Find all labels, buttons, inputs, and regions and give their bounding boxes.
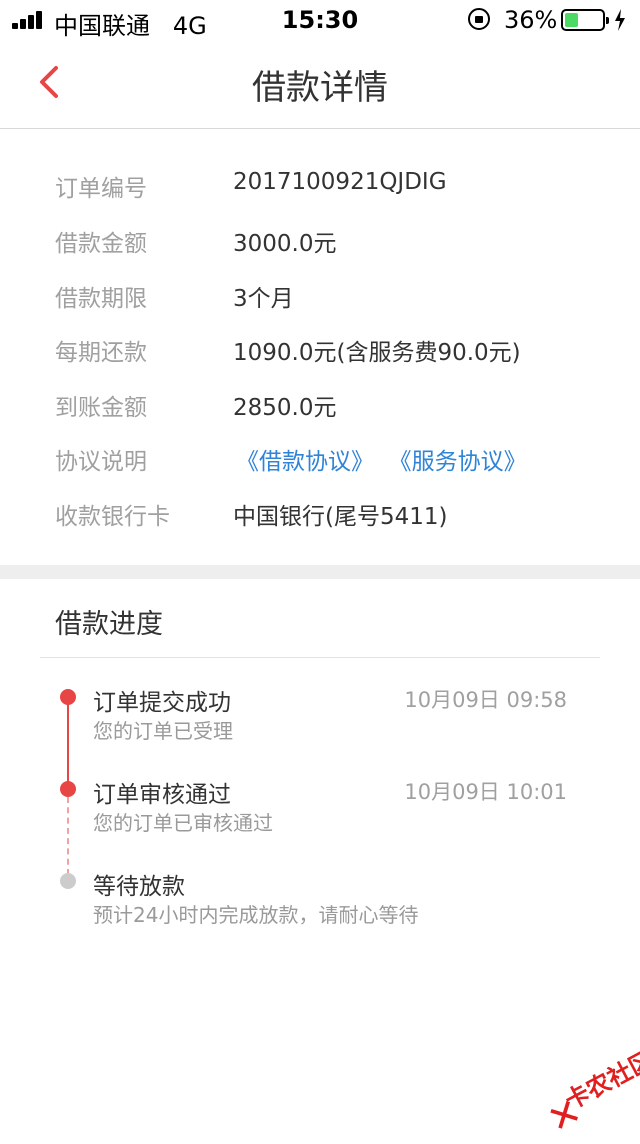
detail-label: 借款金额 [55, 231, 147, 257]
detail-value: 1090.0元(含服务费90.0元) [233, 340, 521, 366]
rotation-lock-icon [468, 8, 490, 30]
timeline-connector-pending [67, 797, 69, 875]
step-title: 订单审核通过 [93, 782, 231, 808]
watermark-logo: ✕ 卡农社区 [524, 1036, 640, 1144]
detail-value: 3000.0元 [233, 231, 337, 257]
detail-value: 2850.0元 [233, 395, 337, 421]
watermark-text: 卡农社区 [560, 1045, 640, 1116]
detail-label: 借款期限 [55, 286, 147, 312]
service-agreement-link[interactable]: 《服务协议》 [389, 449, 527, 475]
detail-row-received-amount: 到账金额 2850.0元 [0, 384, 640, 424]
step-subtitle: 您的订单已受理 [93, 719, 233, 743]
detail-value: 3个月 [233, 286, 294, 312]
step-title: 等待放款 [93, 874, 185, 900]
timeline-connector-done [67, 697, 69, 789]
progress-divider [40, 657, 600, 658]
page-title: 借款详情 [252, 68, 388, 108]
step-time: 10月09日 09:58 [404, 688, 567, 712]
detail-value: 中国银行(尾号5411) [233, 504, 448, 530]
detail-label: 协议说明 [55, 449, 147, 475]
nav-bar: 借款详情 [0, 40, 640, 129]
status-bar: 中国联通 4G 15:30 36% [0, 0, 640, 40]
loan-agreement-link[interactable]: 《借款协议》 [236, 449, 374, 475]
timeline-dot-done [60, 689, 76, 705]
battery-icon [561, 9, 609, 31]
detail-label: 每期还款 [55, 340, 147, 366]
timeline-dot-done [60, 781, 76, 797]
step-time: 10月09日 10:01 [404, 780, 567, 804]
detail-row-bank-card: 收款银行卡 中国银行(尾号5411) [0, 493, 640, 533]
detail-row-agreements: 协议说明 《借款协议》 《服务协议》 [0, 438, 640, 478]
detail-label: 到账金额 [55, 395, 147, 421]
detail-row-loan-amount: 借款金额 3000.0元 [0, 220, 640, 260]
section-separator [0, 565, 640, 579]
detail-label: 收款银行卡 [55, 504, 170, 530]
battery-level-fill [565, 13, 578, 27]
charging-bolt-icon [615, 9, 625, 31]
agreement-links: 《借款协议》 《服务协议》 [236, 442, 527, 476]
step-title: 订单提交成功 [93, 690, 231, 716]
timeline-dot-pending [60, 873, 76, 889]
step-subtitle: 预计24小时内完成放款，请耐心等待 [93, 903, 419, 927]
detail-label: 订单编号 [55, 176, 147, 202]
step-subtitle: 您的订单已审核通过 [93, 811, 273, 835]
detail-row-order-number: 订单编号 2017100921QJDIG [0, 165, 640, 205]
detail-row-loan-term: 借款期限 3个月 [0, 275, 640, 315]
detail-value: 2017100921QJDIG [233, 169, 447, 195]
progress-section-title: 借款进度 [55, 609, 163, 640]
detail-row-installment: 每期还款 1090.0元(含服务费90.0元) [0, 329, 640, 369]
battery-percent: 36% [504, 6, 558, 34]
